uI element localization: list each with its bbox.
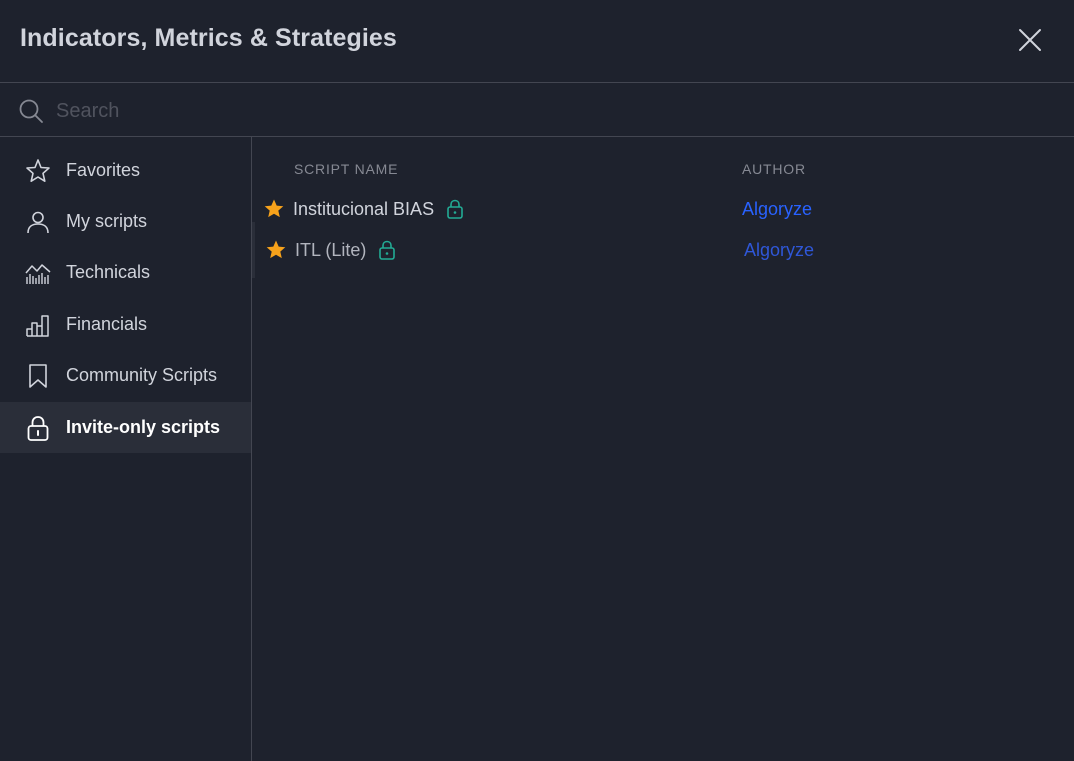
list-scroll-indicator: [252, 222, 255, 278]
bookmark-icon: [24, 362, 52, 390]
author-link[interactable]: Algoryze: [742, 199, 812, 220]
column-header-author[interactable]: AUTHOR: [742, 161, 806, 177]
script-row[interactable]: ITL (Lite) Algoryze: [258, 231, 1068, 271]
category-sidebar: Favorites My scripts Technicals Financia…: [0, 137, 252, 761]
sidebar-item-label: Invite-only scripts: [66, 417, 221, 437]
column-header-script-name[interactable]: SCRIPT NAME: [294, 161, 398, 177]
sidebar-item-favorites[interactable]: Favorites: [0, 145, 251, 196]
technicals-chart-icon: [24, 259, 52, 287]
sidebar-item-label: Financials: [66, 314, 148, 334]
dialog-title: Indicators, Metrics & Strategies: [20, 24, 397, 52]
sidebar-item-label: Technicals: [66, 262, 151, 282]
sidebar-item-my-scripts[interactable]: My scripts: [0, 196, 251, 247]
star-outline-icon: [24, 157, 52, 185]
sidebar-item-technicals[interactable]: Technicals: [0, 247, 251, 298]
lock-icon: [24, 414, 52, 442]
lock-icon: [378, 239, 396, 266]
indicators-dialog: Indicators, Metrics & Strategies Favorit…: [0, 0, 1074, 761]
favorite-star-icon[interactable]: [265, 239, 287, 266]
user-icon: [24, 208, 52, 236]
search-icon: [19, 99, 43, 123]
lock-icon: [446, 198, 464, 225]
script-row[interactable]: Institucional BIAS Algoryze: [258, 190, 1068, 230]
close-icon: [1019, 29, 1041, 51]
bar-chart-icon: [24, 311, 52, 339]
search-input[interactable]: [54, 96, 1038, 126]
sidebar-item-label: Community Scripts: [66, 365, 218, 385]
script-name[interactable]: ITL (Lite): [295, 240, 366, 261]
search-bar: [0, 84, 1074, 137]
dialog-header: Indicators, Metrics & Strategies: [0, 0, 1074, 83]
sidebar-item-label: Favorites: [66, 160, 141, 180]
sidebar-item-label: My scripts: [66, 211, 147, 231]
sidebar-item-financials[interactable]: Financials: [0, 299, 251, 350]
close-button[interactable]: [1012, 22, 1048, 58]
script-name[interactable]: Institucional BIAS: [293, 199, 434, 220]
author-link[interactable]: Algoryze: [744, 240, 814, 261]
sidebar-item-invite-only-scripts[interactable]: Invite-only scripts: [0, 402, 251, 453]
favorite-star-icon[interactable]: [263, 198, 285, 225]
sidebar-item-community-scripts[interactable]: Community Scripts: [0, 350, 251, 401]
